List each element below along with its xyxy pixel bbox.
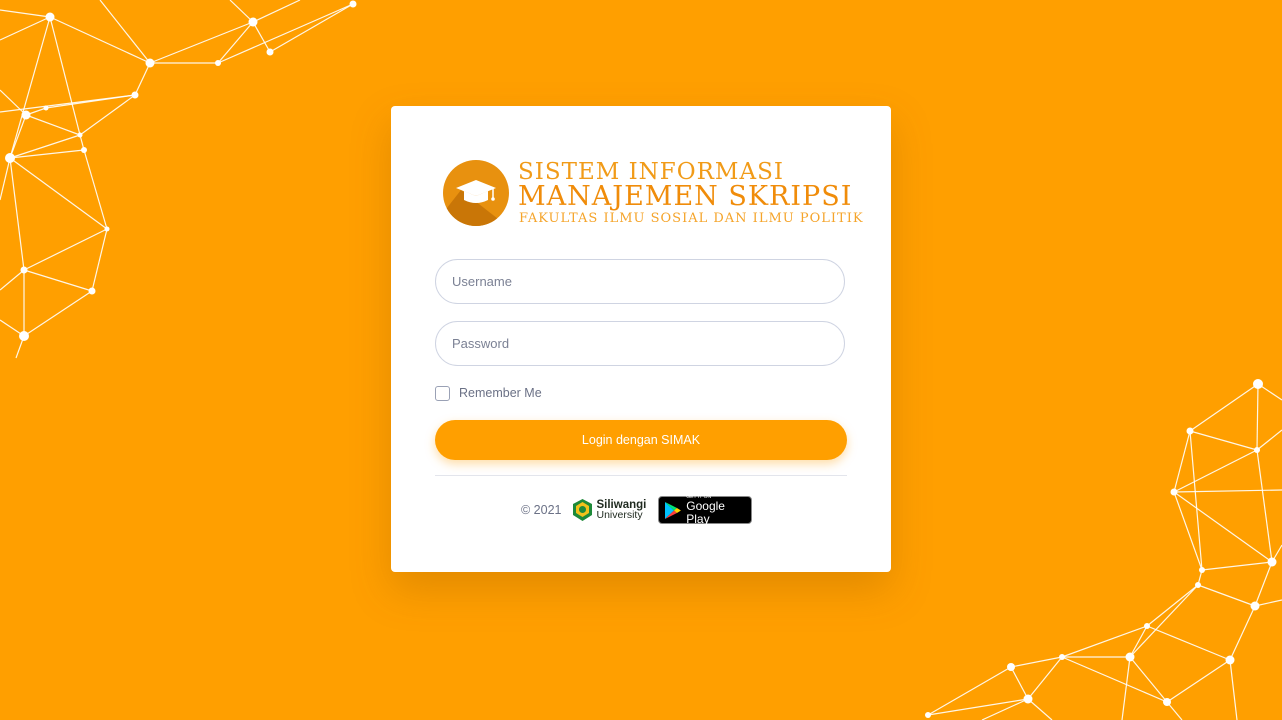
google-play-icon (665, 501, 682, 519)
google-play-badge-text: Google Play (686, 499, 725, 526)
remember-me-label[interactable]: Remember Me (459, 386, 542, 400)
brand-subtitle: FAKULTAS ILMU SOSIAL DAN ILMU POLITIK (519, 211, 864, 226)
divider (435, 475, 847, 476)
password-input[interactable] (435, 321, 845, 366)
login-card: SISTEM INFORMASI MANAJEMEN SKRIPSI FAKUL… (391, 106, 891, 572)
network-decoration-top-left (0, 0, 357, 359)
brand-title-line2: MANAJEMEN SKRIPSI (518, 181, 853, 212)
copyright-text: © 2021 (521, 503, 562, 517)
university-crest-icon (572, 499, 592, 521)
google-play-badge[interactable]: GET IT ON Google Play (658, 494, 753, 526)
login-simak-button[interactable]: Login dengan SIMAK (435, 420, 847, 460)
remember-me-checkbox[interactable] (435, 385, 450, 401)
footer: © 2021 Siliwangi University GET IT ON Go… (521, 494, 753, 526)
remember-me-row[interactable]: Remember Me (435, 385, 542, 401)
university-name-line2: University (596, 509, 643, 521)
username-input[interactable] (435, 259, 845, 304)
graduation-cap-icon (443, 160, 509, 226)
siliwangi-university-logo: Siliwangi University (571, 498, 646, 522)
brand-header: SISTEM INFORMASI MANAJEMEN SKRIPSI FAKUL… (443, 160, 863, 228)
network-decoration-bottom-right (925, 379, 1282, 720)
